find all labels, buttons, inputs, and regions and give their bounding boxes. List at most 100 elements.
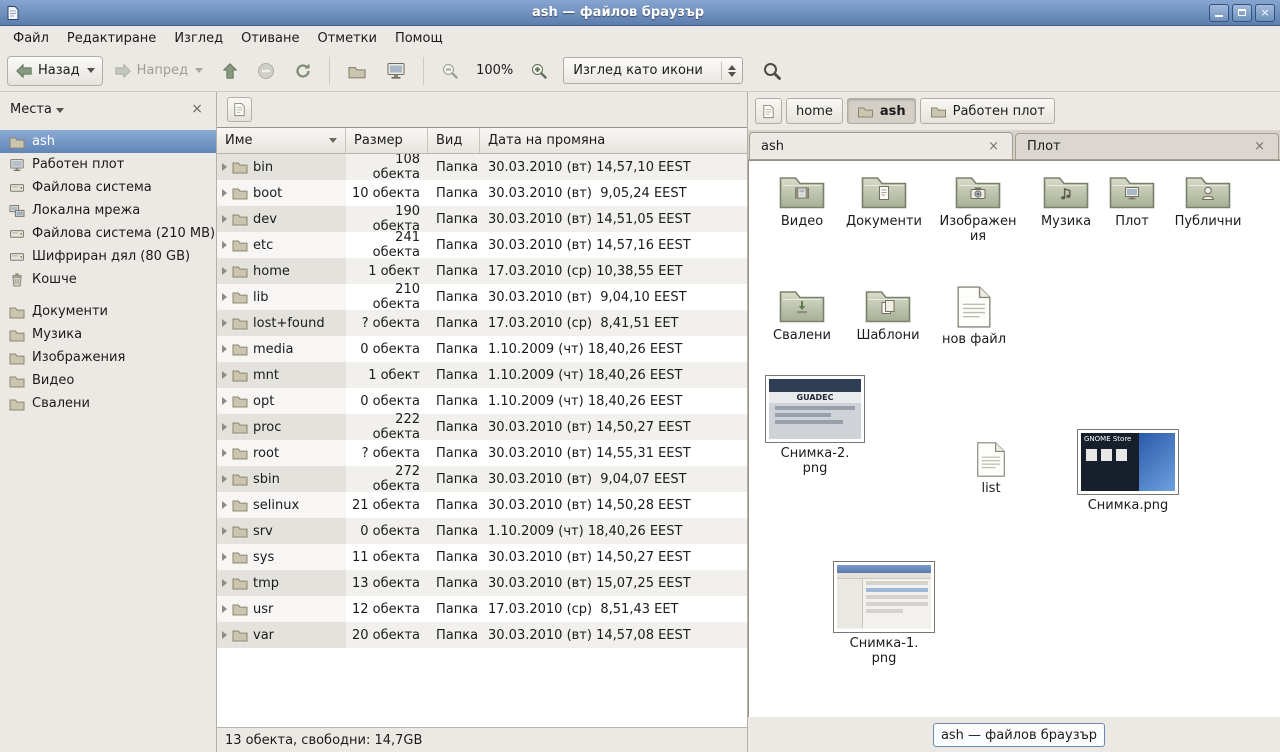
menu-item-отиване[interactable]: Отиване	[232, 28, 308, 49]
stop-button[interactable]	[249, 56, 283, 86]
location-toggle-button[interactable]	[227, 97, 252, 122]
places-close-icon[interactable]: ×	[188, 101, 206, 117]
sidebar-item-работен-плот[interactable]: Работен плот	[0, 153, 216, 176]
icon-item-публични[interactable]: Публични	[1166, 171, 1250, 230]
pathbar-toggle-button[interactable]	[755, 98, 782, 124]
zoom-in-button[interactable]	[522, 56, 556, 86]
path-button-home[interactable]: home	[786, 98, 843, 124]
tree-row-sys[interactable]: sys11 обектаПапка30.03.2010 (вт) 14,50,2…	[217, 544, 747, 570]
zoom-out-button[interactable]	[433, 56, 467, 86]
column-header-name[interactable]: Име	[217, 128, 346, 154]
close-button[interactable]: ×	[1255, 4, 1275, 22]
tab-close-icon[interactable]: ×	[1252, 139, 1267, 154]
places-selector-arrow[interactable]	[56, 108, 64, 113]
search-button[interactable]	[754, 56, 790, 86]
tree-row-proc[interactable]: proc222 обектаПапка30.03.2010 (вт) 14,50…	[217, 414, 747, 440]
sidebar-item-шифриран-дял-80-gb-[interactable]: Шифриран дял (80 GB)	[0, 245, 216, 268]
menu-item-редактиране[interactable]: Редактиране	[58, 28, 165, 49]
path-button-desktop[interactable]: Работен плот	[920, 98, 1055, 124]
forward-dropdown-arrow[interactable]	[195, 68, 203, 73]
expander-icon[interactable]	[222, 475, 227, 483]
sidebar-item-видео[interactable]: Видео	[0, 369, 216, 392]
tree-row-mnt[interactable]: mnt1 обектПапка1.10.2009 (чт) 18,40,26 E…	[217, 362, 747, 388]
icon-item-снимка-2-png[interactable]: GUADEC Снимка-2.png	[763, 375, 867, 477]
sidebar-item-документи[interactable]: Документи	[0, 300, 216, 323]
sidebar-item-файлова-система[interactable]: Файлова система	[0, 176, 216, 199]
tree-row-root[interactable]: root? обектаПапка30.03.2010 (вт) 14,55,3…	[217, 440, 747, 466]
tree-row-lost+found[interactable]: lost+found? обектаПапка17.03.2010 (ср) 8…	[217, 310, 747, 336]
up-button[interactable]	[214, 56, 246, 86]
sidebar-item-изображения[interactable]: Изображения	[0, 346, 216, 369]
tree-row-boot[interactable]: boot10 обектаПапка30.03.2010 (вт) 9,05,2…	[217, 180, 747, 206]
expander-icon[interactable]	[222, 267, 227, 275]
tree-row-home[interactable]: home1 обектПапка17.03.2010 (ср) 10,38,55…	[217, 258, 747, 284]
expander-icon[interactable]	[222, 215, 227, 223]
expander-icon[interactable]	[222, 345, 227, 353]
tree-row-media[interactable]: media0 обектаПапка1.10.2009 (чт) 18,40,2…	[217, 336, 747, 362]
expander-icon[interactable]	[222, 293, 227, 301]
view-mode-spinner[interactable]	[721, 62, 736, 80]
tree-row-tmp[interactable]: tmp13 обектаПапка30.03.2010 (вт) 15,07,2…	[217, 570, 747, 596]
expander-icon[interactable]	[222, 189, 227, 197]
icon-item-нов-файл[interactable]: нов файл	[934, 285, 1014, 348]
task-tooltip[interactable]: ash — файлов браузър	[933, 723, 1105, 747]
expander-icon[interactable]	[222, 579, 227, 587]
expander-icon[interactable]	[222, 605, 227, 613]
expander-icon[interactable]	[222, 449, 227, 457]
expander-icon[interactable]	[222, 527, 227, 535]
icon-item-музика[interactable]: Музика	[1028, 171, 1104, 230]
tree-row-var[interactable]: var20 обектаПапка30.03.2010 (вт) 14,57,0…	[217, 622, 747, 648]
sidebar-item-файлова-система-210-mb-[interactable]: Файлова система (210 MB)	[0, 222, 216, 245]
column-header-size[interactable]: Размер	[346, 128, 428, 154]
reload-button[interactable]	[286, 56, 320, 86]
icon-item-шаблони[interactable]: Шаблони	[846, 285, 930, 344]
expander-icon[interactable]	[222, 371, 227, 379]
tree-row-opt[interactable]: opt0 обектаПапка1.10.2009 (чт) 18,40,26 …	[217, 388, 747, 414]
sidebar-item-локална-мрежа[interactable]: Локална мрежа	[0, 199, 216, 222]
back-dropdown-arrow[interactable]	[87, 68, 95, 73]
expander-icon[interactable]	[222, 553, 227, 561]
expander-icon[interactable]	[222, 163, 227, 171]
menu-item-помощ[interactable]: Помощ	[386, 28, 452, 49]
back-button[interactable]: Назад	[7, 56, 103, 86]
icon-item-снимка-png[interactable]: GNOME Store Снимка.png	[1073, 429, 1183, 514]
icon-item-снимка-1-png[interactable]: Снимка-1.png	[829, 561, 939, 667]
tab-ash[interactable]: ash ×	[749, 132, 1013, 159]
tab-desktop[interactable]: Плот ×	[1015, 133, 1279, 159]
view-mode-select[interactable]: Изглед като икони	[563, 57, 743, 84]
tree-row-sbin[interactable]: sbin272 обектаПапка30.03.2010 (вт) 9,04,…	[217, 466, 747, 492]
sidebar-item-музика[interactable]: Музика	[0, 323, 216, 346]
expander-icon[interactable]	[222, 397, 227, 405]
expander-icon[interactable]	[222, 319, 227, 327]
expander-icon[interactable]	[222, 423, 227, 431]
forward-button[interactable]: Напред	[106, 56, 211, 86]
tree-row-lib[interactable]: lib210 обектаПапка30.03.2010 (вт) 9,04,1…	[217, 284, 747, 310]
icon-item-изображения[interactable]: Изображения	[932, 171, 1024, 245]
minimize-button[interactable]	[1209, 4, 1229, 22]
icon-item-свалени[interactable]: Свалени	[764, 285, 840, 344]
icon-item-видео[interactable]: Видео	[764, 171, 840, 230]
icon-item-list[interactable]: list	[959, 441, 1023, 497]
sidebar-item-кошче[interactable]: Кошче	[0, 268, 216, 291]
menu-item-изглед[interactable]: Изглед	[165, 28, 232, 49]
tree-row-srv[interactable]: srv0 обектаПапка1.10.2009 (чт) 18,40,26 …	[217, 518, 747, 544]
tree-row-etc[interactable]: etc241 обектаПапка30.03.2010 (вт) 14,57,…	[217, 232, 747, 258]
maximize-button[interactable]	[1232, 4, 1252, 22]
menu-item-файл[interactable]: Файл	[4, 28, 58, 49]
icon-item-документи[interactable]: Документи	[842, 171, 926, 230]
tree-row-usr[interactable]: usr12 обектаПапка17.03.2010 (ср) 8,51,43…	[217, 596, 747, 622]
computer-button[interactable]	[378, 56, 414, 86]
icon-item-плот[interactable]: Плот	[1098, 171, 1166, 230]
sidebar-item-ash[interactable]: ash	[0, 130, 216, 153]
icon-view[interactable]: ВидеоДокументиИзображенияМузикаПлотПубли…	[748, 160, 1280, 717]
menu-item-отметки[interactable]: Отметки	[308, 28, 385, 49]
expander-icon[interactable]	[222, 631, 227, 639]
column-header-date[interactable]: Дата на промяна	[480, 128, 747, 154]
tree-row-selinux[interactable]: selinux21 обектаПапка30.03.2010 (вт) 14,…	[217, 492, 747, 518]
column-header-type[interactable]: Вид	[428, 128, 480, 154]
home-folder-button[interactable]	[339, 56, 375, 86]
path-button-ash[interactable]: ash	[847, 98, 916, 124]
tree-row-dev[interactable]: dev190 обектаПапка30.03.2010 (вт) 14,51,…	[217, 206, 747, 232]
expander-icon[interactable]	[222, 241, 227, 249]
sidebar-item-свалени[interactable]: Свалени	[0, 392, 216, 415]
